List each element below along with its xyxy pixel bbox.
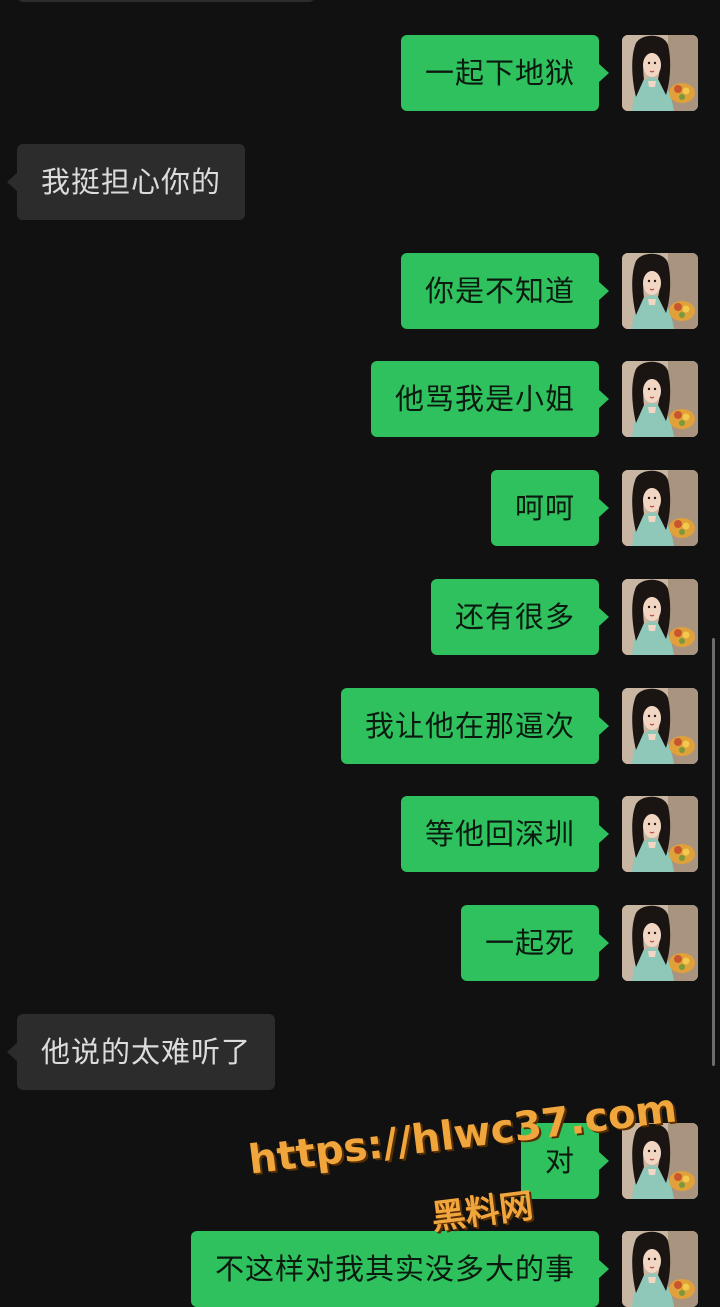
sender-avatar[interactable] [622, 905, 698, 981]
avatar-portrait-icon [622, 579, 698, 655]
avatar-portrait-icon [622, 1123, 698, 1199]
avatar-portrait-icon [622, 905, 698, 981]
sender-avatar[interactable] [622, 579, 698, 655]
avatar-portrait-icon [622, 1231, 698, 1307]
avatar-portrait-icon [622, 35, 698, 111]
incoming-message-bubble[interactable]: 我挺担心你的 [6, 144, 246, 220]
outgoing-message-bubble[interactable]: 一起下地狱 [400, 35, 610, 111]
sender-avatar[interactable] [622, 1231, 698, 1307]
outgoing-message-bubble[interactable]: 一起死 [460, 905, 610, 981]
avatar-portrait-icon [622, 470, 698, 546]
outgoing-message-bubble[interactable]: 等他回深圳 [400, 796, 610, 872]
outgoing-message-bubble[interactable]: 你是不知道 [400, 253, 610, 329]
sender-avatar[interactable] [622, 253, 698, 329]
scrollbar[interactable] [712, 638, 715, 1066]
chat-view: 一起下地狱 我挺担心你的 你是不知道 他骂我是小姐 呵呵 还有很多 我让他在那逼… [0, 0, 720, 1307]
sender-avatar[interactable] [622, 470, 698, 546]
incoming-message-bubble[interactable]: 他说的太难听了 [6, 1014, 276, 1090]
sender-avatar[interactable] [622, 796, 698, 872]
avatar-portrait-icon [622, 253, 698, 329]
outgoing-message-bubble[interactable]: 对 [520, 1123, 610, 1199]
partial-message-bubble[interactable] [17, 0, 315, 2]
sender-avatar[interactable] [622, 35, 698, 111]
sender-avatar[interactable] [622, 1123, 698, 1199]
avatar-portrait-icon [622, 688, 698, 764]
watermark-site-name: 黑料网 [429, 1185, 536, 1239]
outgoing-message-bubble[interactable]: 不这样对我其实没多大的事 [190, 1231, 610, 1307]
sender-avatar[interactable] [622, 688, 698, 764]
watermark-url: https://hlwc37.com [246, 1085, 680, 1184]
outgoing-message-bubble[interactable]: 他骂我是小姐 [370, 361, 610, 437]
outgoing-message-bubble[interactable]: 我让他在那逼次 [340, 688, 610, 764]
outgoing-message-bubble[interactable]: 呵呵 [490, 470, 610, 546]
sender-avatar[interactable] [622, 361, 698, 437]
outgoing-message-bubble[interactable]: 还有很多 [430, 579, 610, 655]
avatar-portrait-icon [622, 361, 698, 437]
avatar-portrait-icon [622, 796, 698, 872]
